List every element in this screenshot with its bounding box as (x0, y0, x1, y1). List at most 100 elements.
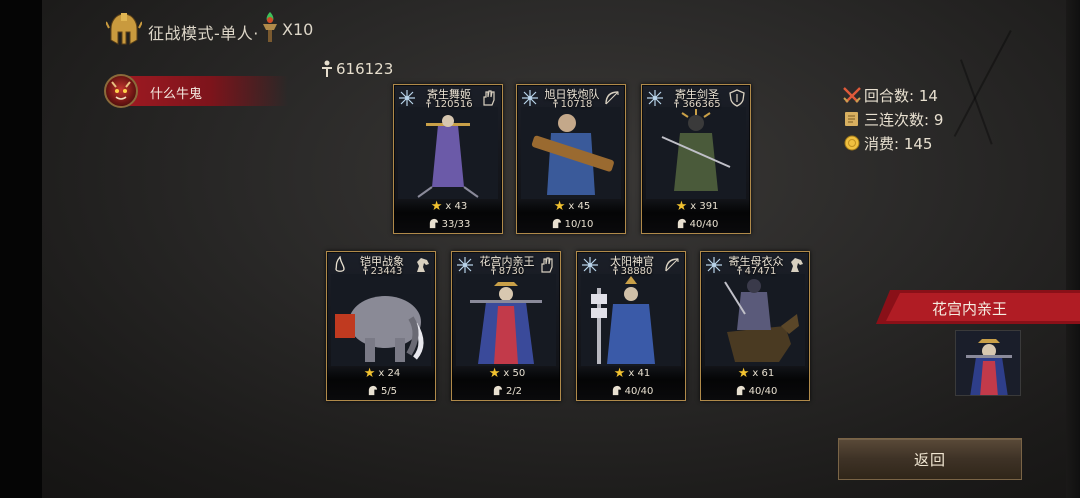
unit-stars: ★ x 41 (577, 366, 685, 381)
featured-unit-portrait[interactable] (955, 330, 1021, 396)
unit-power: 10718 (517, 99, 625, 110)
unit-power: 38880 (577, 266, 685, 277)
unit-portrait (331, 274, 431, 366)
unit-card[interactable]: 铠甲战象 23443 ★ x 24 5/5 (326, 251, 436, 401)
unit-troops-value: 2/2 (505, 386, 523, 397)
star-icon: ★ (430, 199, 443, 214)
unit-stars: ★ x 391 (642, 199, 750, 214)
unit-stars: ★ x 61 (701, 366, 809, 381)
back-button-label: 返回 (913, 450, 946, 469)
unit-portrait (521, 107, 621, 199)
power-icon (612, 266, 618, 275)
star-icon: ★ (488, 366, 501, 381)
crossed-swords-icon (843, 87, 861, 103)
star-icon: ★ (675, 199, 688, 214)
unit-card[interactable]: 旭日铁炮队 10718 ★ x 45 10/10 (516, 84, 626, 234)
stat-combo-label: 三连次数: 9 (864, 110, 944, 129)
total-power-value: 616123 (336, 60, 394, 78)
power-icon (674, 99, 680, 108)
unit-power-value: 38880 (620, 266, 653, 277)
featured-unit-name: 花宫内亲王 (932, 300, 1008, 318)
player-avatar[interactable] (104, 74, 138, 108)
power-icon (362, 266, 368, 275)
unit-stars: ★ x 45 (517, 199, 625, 214)
unit-power-value: 8730 (498, 266, 525, 277)
unit-troops: 40/40 (642, 218, 750, 230)
stat-rounds: 回合数: 14 (842, 84, 938, 106)
unit-troops-value: 40/40 (689, 219, 719, 230)
unit-stars-value: x 41 (628, 368, 651, 379)
unit-stars-value: x 391 (690, 201, 719, 212)
star-icon: ★ (553, 199, 566, 214)
unit-stars-value: x 43 (445, 201, 468, 212)
unit-troops-value: 10/10 (564, 219, 594, 230)
unit-portrait (398, 107, 498, 199)
soldier-helmet-icon (677, 218, 686, 229)
unit-portrait (705, 274, 805, 366)
unit-troops: 2/2 (452, 385, 560, 397)
stat-cost: 消费: 145 (842, 132, 932, 154)
unit-card[interactable]: 寄生剑圣 366365 ★ x 391 40/40 (641, 84, 751, 234)
star-icon: ★ (737, 366, 750, 381)
unit-troops-value: 5/5 (380, 386, 398, 397)
unit-power: 8730 (452, 266, 560, 277)
unit-portrait (646, 107, 746, 199)
unit-troops: 40/40 (577, 385, 685, 397)
unit-troops-value: 40/40 (748, 386, 778, 397)
unit-card[interactable]: 寄生舞姬 120516 ★ x 43 33/33 (393, 84, 503, 234)
unit-power: 366365 (642, 99, 750, 110)
scroll-icon (845, 112, 858, 126)
unit-stars-value: x 24 (378, 368, 401, 379)
unit-troops: 10/10 (517, 218, 625, 230)
unit-power-value: 23443 (370, 266, 403, 277)
unit-power-value: 120516 (434, 99, 473, 110)
soldier-helmet-icon (429, 218, 438, 229)
soldier-helmet-icon (368, 385, 378, 396)
power-icon (490, 266, 496, 275)
back-button[interactable]: 返回 (838, 438, 1022, 480)
unit-troops: 33/33 (394, 218, 502, 230)
unit-troops-value: 40/40 (624, 386, 654, 397)
stat-combo: 三连次数: 9 (842, 108, 943, 130)
unit-card[interactable]: 太阳神官 38880 ★ x 41 40/40 (576, 251, 686, 401)
player-name: 什么牛鬼 (150, 87, 203, 102)
gold-coin-icon (844, 135, 860, 151)
soldier-helmet-icon (552, 218, 561, 229)
unit-troops: 40/40 (701, 385, 809, 397)
unit-card[interactable]: 花宫内亲王 8730 ★ x 50 2/2 (451, 251, 561, 401)
power-icon (322, 60, 332, 77)
unit-power-value: 366365 (682, 99, 721, 110)
oni-mask-icon (111, 81, 131, 100)
unit-card[interactable]: 寄生母衣众 47471 ★ x 61 40/40 (700, 251, 810, 401)
left-black-strip (0, 0, 42, 498)
power-icon (736, 266, 742, 275)
unit-power: 120516 (394, 99, 502, 110)
unit-stars-value: x 45 (568, 201, 591, 212)
soldier-helmet-icon (493, 385, 503, 396)
unit-stars-value: x 50 (503, 368, 526, 379)
total-power: 616123 (320, 58, 393, 80)
unit-power: 23443 (327, 266, 435, 277)
spartan-helmet-icon (106, 13, 142, 45)
mode-title: 征战模式-单人· (148, 24, 259, 43)
player-tag: 什么牛鬼 (104, 74, 288, 108)
unit-portrait (581, 274, 681, 366)
star-icon: ★ (613, 366, 626, 381)
right-edge-strip (1066, 0, 1080, 498)
unit-power-value: 10718 (560, 99, 593, 110)
star-icon: ★ (363, 366, 376, 381)
stat-cost-label: 消费: 145 (864, 134, 933, 153)
battle-result-screen: 征战模式-单人· X10 616123 什么牛鬼 回合数: 14 三连次数: 9… (0, 0, 1080, 498)
unit-troops-value: 33/33 (441, 219, 471, 230)
soldier-helmet-icon (612, 385, 621, 396)
unit-troops: 5/5 (327, 385, 435, 397)
soldier-helmet-icon (736, 385, 745, 396)
power-icon (552, 99, 558, 108)
unit-portrait (456, 274, 556, 366)
unit-power-value: 47471 (744, 266, 777, 277)
unit-stars: ★ x 24 (327, 366, 435, 381)
unit-stars: ★ x 43 (394, 199, 502, 214)
unit-stars-value: x 61 (752, 368, 775, 379)
stat-rounds-label: 回合数: 14 (864, 86, 938, 105)
torch-count: X10 (282, 20, 314, 39)
